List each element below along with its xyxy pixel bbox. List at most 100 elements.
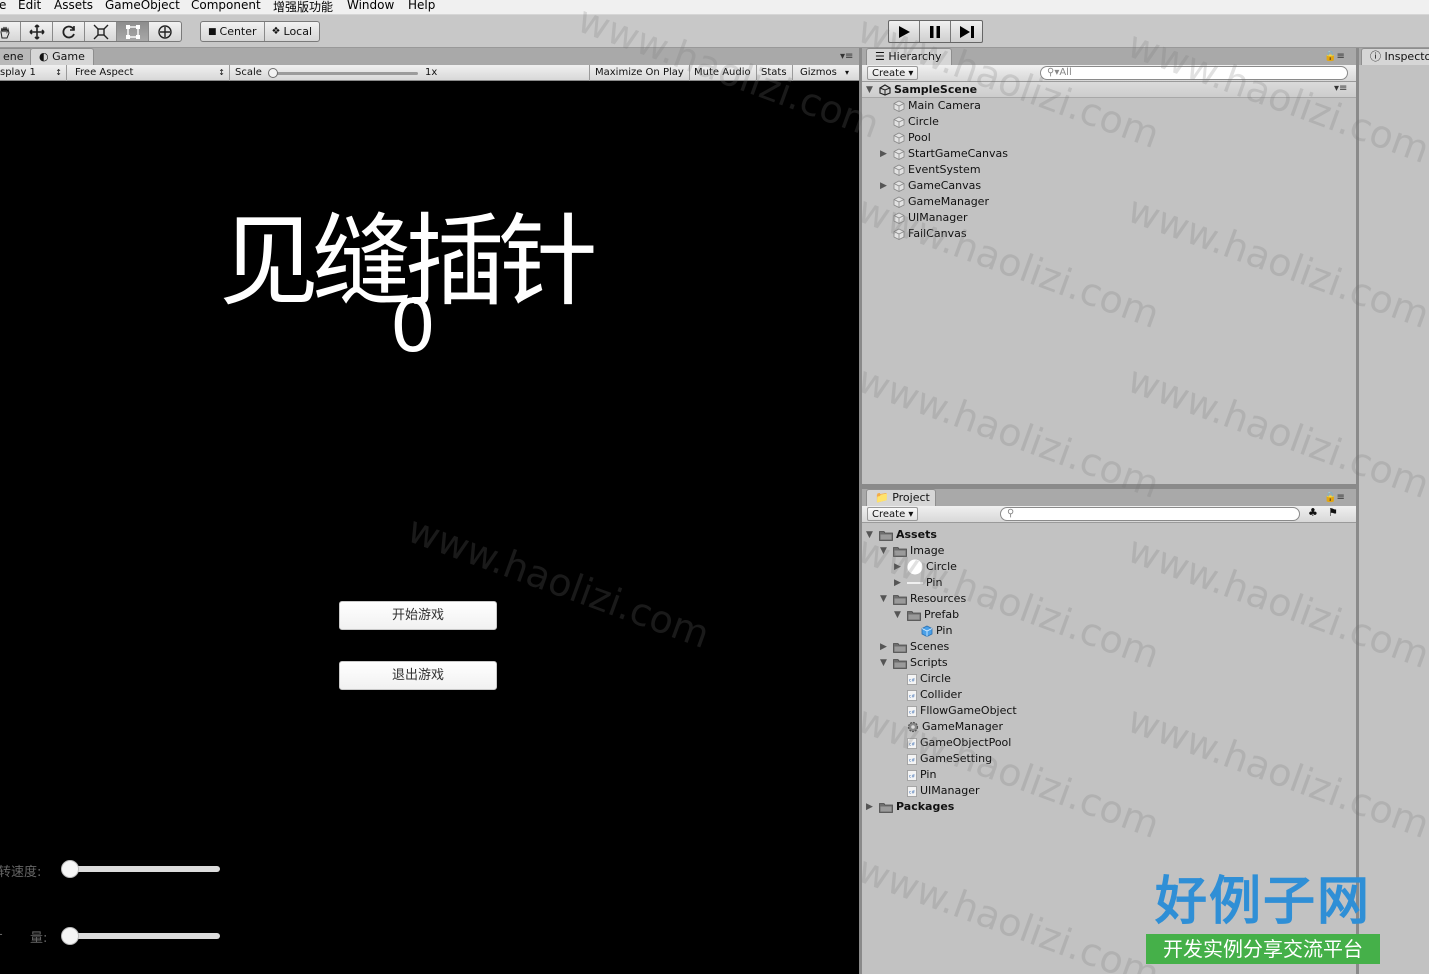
game-view[interactable]: 见缝插针 0 开始游戏 退出游戏 转速度: - 量:: [0, 81, 859, 974]
project-item[interactable]: c# GameObjectPool: [894, 735, 1011, 751]
menu-gameobject[interactable]: GameObject: [105, 0, 180, 12]
menu-file[interactable]: e: [0, 0, 6, 12]
play-button[interactable]: [889, 21, 920, 42]
project-item[interactable]: ▼ Scripts: [880, 655, 948, 671]
move-tool-icon[interactable]: [21, 22, 53, 41]
transform-tool-icon[interactable]: [149, 22, 181, 41]
gizmos-dropdown[interactable]: Gizmos ▾: [795, 65, 851, 81]
menu-enhanced[interactable]: 增强版功能: [273, 0, 333, 15]
menu-window[interactable]: Window: [347, 0, 394, 12]
project-item[interactable]: ▶ Packages: [866, 799, 954, 815]
step-button[interactable]: [951, 21, 982, 42]
expand-arrow-icon[interactable]: ▶: [880, 146, 890, 162]
expand-arrow-icon[interactable]: ▶: [894, 559, 904, 575]
hierarchy-item[interactable]: FailCanvas: [880, 226, 967, 242]
hierarchy-item[interactable]: ▶ StartGameCanvas: [880, 146, 1008, 162]
collapse-arrow-icon[interactable]: ▼: [880, 543, 890, 559]
project-item[interactable]: ▼ Image: [880, 543, 944, 559]
project-item[interactable]: c# UIManager: [894, 783, 980, 799]
scale-tool-icon[interactable]: [85, 22, 117, 41]
hierarchy-item[interactable]: Main Camera: [880, 98, 981, 114]
tab-inspector[interactable]: ⓘ Inspecto: [1361, 48, 1429, 65]
lock-icon[interactable]: 🔒≡: [1324, 492, 1345, 503]
hierarchy-search-input[interactable]: ⚲▾All: [1040, 66, 1348, 80]
count-thumb[interactable]: [61, 927, 79, 945]
collapse-arrow-icon[interactable]: ▼: [866, 527, 876, 543]
lock-icon[interactable]: 🔒≡: [1324, 51, 1345, 62]
pivot-icon: ■: [208, 26, 217, 37]
expand-arrow-icon[interactable]: ▶: [880, 178, 890, 194]
pause-button[interactable]: [920, 21, 951, 42]
tab-scene[interactable]: ene: [0, 48, 33, 65]
pivot-local-button[interactable]: ❖ Local: [265, 22, 319, 41]
aspect-dropdown[interactable]: Free Aspect ↕: [70, 65, 230, 81]
tab-game[interactable]: ◐ Game: [30, 48, 94, 65]
scene-header[interactable]: ▼ SampleScene ▾≡: [862, 82, 1356, 98]
project-item[interactable]: c# Pin: [894, 767, 936, 783]
csharp-script-icon: c#: [907, 753, 917, 765]
project-item[interactable]: c# Circle: [894, 671, 951, 687]
line-sprite-icon: [907, 582, 923, 584]
project-item-label: Image: [910, 544, 945, 557]
project-item[interactable]: ▶ Circle: [894, 559, 957, 575]
project-item-label: FllowGameObject: [920, 704, 1017, 717]
hierarchy-item[interactable]: Pool: [880, 130, 931, 146]
project-item[interactable]: GameManager: [894, 719, 1003, 735]
hierarchy-item-label: Circle: [908, 115, 939, 128]
tab-hierarchy[interactable]: ☰ Hierarchy: [866, 48, 952, 65]
project-item[interactable]: ▶ Scenes: [880, 639, 949, 655]
hierarchy-create-button[interactable]: Create ▾: [867, 66, 919, 80]
slider2-prefix: -: [0, 927, 3, 942]
menu-edit[interactable]: Edit: [18, 0, 41, 12]
panel-menu-icon[interactable]: ▾≡: [840, 51, 853, 62]
rect-tool-icon[interactable]: [117, 22, 149, 41]
start-game-button[interactable]: 开始游戏: [339, 601, 497, 630]
hierarchy-item[interactable]: ▶ GameCanvas: [880, 178, 981, 194]
project-item[interactable]: ▼ Prefab: [894, 607, 959, 623]
local-space-icon: ❖: [271, 26, 281, 37]
project-item-label: GameManager: [922, 720, 1003, 733]
tab-project[interactable]: 📁 Project: [866, 489, 936, 506]
maximize-on-play-toggle[interactable]: Maximize On Play: [590, 65, 690, 81]
project-item[interactable]: c# Collider: [894, 687, 962, 703]
hierarchy-item[interactable]: UIManager: [880, 210, 968, 226]
project-item[interactable]: ▼ Resources: [880, 591, 966, 607]
filter-type-icon[interactable]: ♣: [1308, 506, 1318, 519]
expand-arrow-icon[interactable]: ▶: [866, 799, 876, 815]
rotation-speed-slider[interactable]: [70, 866, 220, 872]
expand-arrow-icon[interactable]: ▶: [894, 575, 904, 591]
scale-slider-track[interactable]: [272, 72, 418, 75]
filter-label-icon[interactable]: ⚑: [1328, 506, 1338, 519]
display-dropdown[interactable]: splay 1 ↕: [0, 65, 67, 81]
collapse-arrow-icon[interactable]: ▼: [880, 655, 890, 671]
collapse-arrow-icon[interactable]: ▼: [894, 607, 904, 623]
project-item[interactable]: ▼ Assets: [866, 527, 937, 543]
hierarchy-item[interactable]: EventSystem: [880, 162, 981, 178]
count-slider[interactable]: [70, 933, 220, 939]
menu-assets[interactable]: Assets: [54, 0, 93, 12]
hierarchy-item[interactable]: GameManager: [880, 194, 989, 210]
collapse-arrow-icon[interactable]: ▼: [880, 591, 890, 607]
project-item[interactable]: c# FllowGameObject: [894, 703, 1017, 719]
pivot-center-button[interactable]: ■ Center: [201, 22, 265, 41]
rotate-tool-icon[interactable]: [53, 22, 85, 41]
project-item[interactable]: Pin: [908, 623, 952, 639]
project-item[interactable]: c# GameSetting: [894, 751, 992, 767]
menu-help[interactable]: Help: [408, 0, 435, 12]
menu-component[interactable]: Component: [191, 0, 261, 12]
scale-slider-thumb[interactable]: [268, 68, 278, 78]
scene-row[interactable]: ▼ SampleScene: [866, 82, 977, 98]
mute-audio-toggle[interactable]: Mute Audio: [689, 65, 757, 81]
expand-arrow-icon[interactable]: ▼: [866, 82, 876, 98]
project-item[interactable]: ▶ Pin: [894, 575, 942, 591]
project-create-button[interactable]: Create ▾: [867, 507, 919, 521]
rotation-speed-thumb[interactable]: [61, 860, 79, 878]
hierarchy-item[interactable]: Circle: [880, 114, 939, 130]
quit-game-button[interactable]: 退出游戏: [339, 661, 497, 690]
expand-arrow-icon[interactable]: ▶: [880, 639, 890, 655]
hand-tool-icon[interactable]: [0, 22, 21, 41]
folder-icon: [893, 658, 907, 669]
scene-menu-icon[interactable]: ▾≡: [1334, 83, 1347, 94]
stats-toggle[interactable]: Stats: [756, 65, 793, 81]
project-search-input[interactable]: ⚲: [1000, 507, 1300, 521]
